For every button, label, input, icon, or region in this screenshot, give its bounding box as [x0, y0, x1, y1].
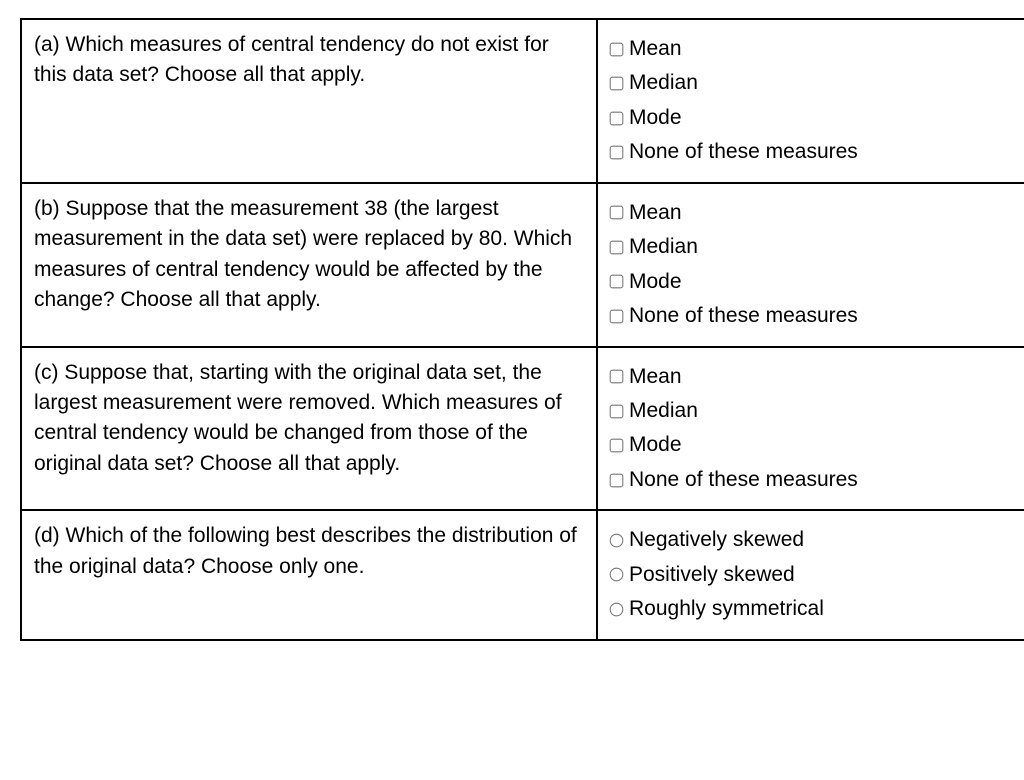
prompt-cell-b: (b) Suppose that the measurement 38 (the…	[21, 183, 597, 347]
option-label: None of these measures	[629, 465, 858, 495]
option-label: Mean	[629, 34, 682, 64]
table-row: (b) Suppose that the measurement 38 (the…	[21, 183, 1024, 347]
table-row: (d) Which of the following best describe…	[21, 510, 1024, 639]
option-b-mode: Mode	[610, 267, 1020, 297]
prompt-cell-c: (c) Suppose that, starting with the orig…	[21, 347, 597, 511]
option-a-mode: Mode	[610, 103, 1020, 133]
table-row: (c) Suppose that, starting with the orig…	[21, 347, 1024, 511]
checkbox-c-median[interactable]	[610, 404, 624, 418]
radio-d-negative[interactable]	[610, 534, 624, 548]
option-label: Mode	[629, 267, 682, 297]
checkbox-b-median[interactable]	[610, 241, 624, 255]
checkbox-a-none[interactable]	[610, 146, 624, 160]
option-label: Median	[629, 396, 698, 426]
option-label: Median	[629, 68, 698, 98]
prompt-text: (c) Suppose that, starting with the orig…	[34, 361, 562, 475]
checkbox-c-mean[interactable]	[610, 370, 624, 384]
option-label: Mode	[629, 103, 682, 133]
checkbox-b-none[interactable]	[610, 309, 624, 323]
prompt-text: (a) Which measures of central tendency d…	[34, 33, 549, 86]
option-label: Mean	[629, 198, 682, 228]
checkbox-c-none[interactable]	[610, 473, 624, 487]
option-label: None of these measures	[629, 301, 858, 331]
choices-cell-d: Negatively skewed Positively skewed Roug…	[597, 510, 1024, 639]
prompt-text: (d) Which of the following best describe…	[34, 524, 577, 577]
table-row: (a) Which measures of central tendency d…	[21, 19, 1024, 183]
radio-d-positive[interactable]	[610, 568, 624, 582]
option-label: Negatively skewed	[629, 525, 804, 555]
choices-cell-b: Mean Median Mode None of these measures	[597, 183, 1024, 347]
option-label: Roughly symmetrical	[629, 594, 824, 624]
checkbox-a-mean[interactable]	[610, 42, 624, 56]
option-label: Positively skewed	[629, 560, 795, 590]
option-b-median: Median	[610, 232, 1020, 262]
checkbox-b-mode[interactable]	[610, 275, 624, 289]
option-label: Mode	[629, 430, 682, 460]
checkbox-a-mode[interactable]	[610, 111, 624, 125]
radio-d-symmetric[interactable]	[610, 603, 624, 617]
checkbox-c-mode[interactable]	[610, 439, 624, 453]
choices-cell-c: Mean Median Mode None of these measures	[597, 347, 1024, 511]
option-c-none: None of these measures	[610, 465, 1020, 495]
prompt-text: (b) Suppose that the measurement 38 (the…	[34, 197, 572, 311]
option-b-none: None of these measures	[610, 301, 1020, 331]
prompt-cell-a: (a) Which measures of central tendency d…	[21, 19, 597, 183]
option-c-median: Median	[610, 396, 1020, 426]
checkbox-a-median[interactable]	[610, 77, 624, 91]
option-label: None of these measures	[629, 137, 858, 167]
checkbox-b-mean[interactable]	[610, 206, 624, 220]
choices-cell-a: Mean Median Mode None of these measures	[597, 19, 1024, 183]
option-a-mean: Mean	[610, 34, 1020, 64]
question-sheet: (a) Which measures of central tendency d…	[0, 0, 1024, 780]
option-d-positive: Positively skewed	[610, 560, 1020, 590]
option-label: Mean	[629, 362, 682, 392]
prompt-cell-d: (d) Which of the following best describe…	[21, 510, 597, 639]
option-b-mean: Mean	[610, 198, 1020, 228]
option-d-negative: Negatively skewed	[610, 525, 1020, 555]
option-c-mode: Mode	[610, 430, 1020, 460]
option-a-none: None of these measures	[610, 137, 1020, 167]
option-c-mean: Mean	[610, 362, 1020, 392]
question-table: (a) Which measures of central tendency d…	[20, 18, 1024, 641]
option-label: Median	[629, 232, 698, 262]
option-d-symmetric: Roughly symmetrical	[610, 594, 1020, 624]
option-a-median: Median	[610, 68, 1020, 98]
